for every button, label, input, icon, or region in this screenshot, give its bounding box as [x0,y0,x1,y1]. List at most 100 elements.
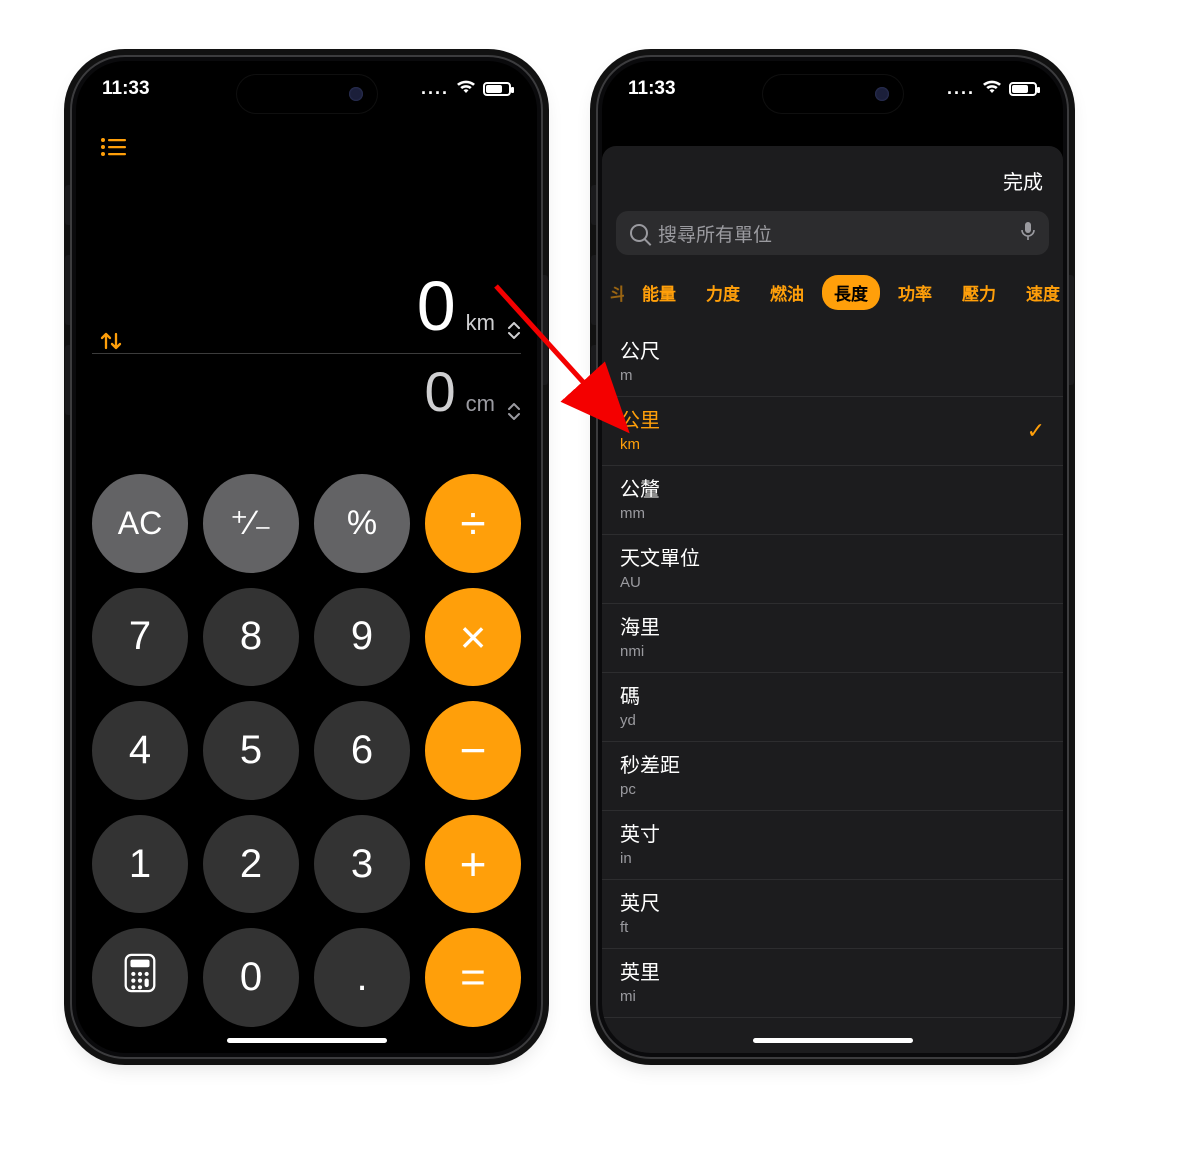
keypad: AC ⁺∕₋ % ÷ 7 8 9 × 4 5 6 − 1 2 3 + [92,474,521,1027]
equals-button[interactable]: = [425,928,521,1027]
unit-row-nmi[interactable]: 海里 nmi [602,604,1063,673]
zero-button[interactable]: 0 [203,928,299,1027]
tab-3[interactable]: 長度 [822,275,880,310]
power-button [1069,275,1074,385]
unit-abbr: yd [620,712,640,729]
multiply-button[interactable]: × [425,588,521,687]
divider [92,353,521,354]
home-indicator[interactable] [753,1038,913,1043]
power-button [543,275,548,385]
side-button [591,185,596,225]
unit-picker-chevron-icon [507,322,521,339]
list-icon [100,137,126,157]
percent-button[interactable]: % [314,474,410,573]
unit-abbr: nmi [620,643,660,660]
five-button[interactable]: 5 [203,701,299,800]
unit-name: 公尺 [620,340,660,365]
plus-button[interactable]: + [425,815,521,914]
unit-row-mi[interactable]: 英里 mi [602,949,1063,1018]
unit-abbr: AU [620,574,700,591]
search-field[interactable]: 搜尋所有單位 [616,211,1049,255]
tab-2[interactable]: 燃油 [758,275,816,310]
unit-name: 公里 [620,409,660,434]
mic-icon[interactable] [1021,221,1035,246]
done-button[interactable]: 完成 [1003,166,1043,195]
unit-name: 天文單位 [620,547,700,572]
wifi-icon [456,78,476,100]
one-button[interactable]: 1 [92,815,188,914]
cellular-icon: .... [947,78,975,99]
cellular-icon: .... [421,78,449,99]
decimal-button[interactable]: . [314,928,410,1027]
tab-1[interactable]: 力度 [694,275,752,310]
unit-row-AU[interactable]: 天文單位 AU [602,535,1063,604]
minus-button[interactable]: − [425,701,521,800]
unit-row-km[interactable]: 公里km✓ [602,397,1063,466]
volume-down-button [591,345,596,415]
status-time: 11:33 [628,78,676,100]
unit-abbr: pc [620,781,680,798]
calculator-icon [123,953,157,1003]
unit-name: 英寸 [620,823,660,848]
phone-left: 11:33 .... [70,55,543,1059]
primary-unit: km [466,310,495,336]
phone-right: 11:33 .... 完成 搜尋所有單位 [596,55,1069,1059]
secondary-row[interactable]: 0 cm [92,364,521,442]
unit-name: 英尺 [620,892,660,917]
unit-abbr: in [620,850,660,867]
primary-value: 0 [417,271,456,341]
secondary-value: 0 [425,364,456,420]
battery-icon [483,82,511,96]
divide-button[interactable]: ÷ [425,474,521,573]
unit-row-mm[interactable]: 公釐mm [602,466,1063,535]
unit-abbr: mi [620,988,660,1005]
calculator-mode-button[interactable] [92,928,188,1027]
eight-button[interactable]: 8 [203,588,299,687]
unit-abbr: mm [620,505,660,522]
unit-row-pc[interactable]: 秒差距 pc [602,742,1063,811]
history-button[interactable] [100,133,126,164]
conversion-display: 0 km 0 cm [92,271,521,442]
unit-list[interactable]: 公尺m公里km✓公釐mm天文單位AU海里nmi碼yd秒差距pc英寸in英尺ft英… [602,328,1063,1053]
tab-left-edge[interactable]: 斗 [610,280,624,305]
tab-6[interactable]: 速度 [1014,275,1063,310]
unit-picker-chevron-icon [507,403,521,420]
secondary-unit: cm [466,391,495,417]
unit-row-ft[interactable]: 英尺 ft [602,880,1063,949]
two-button[interactable]: 2 [203,815,299,914]
unit-abbr: ft [620,919,660,936]
unit-name: 海里 [620,616,660,641]
unit-name: 英里 [620,961,660,986]
six-button[interactable]: 6 [314,701,410,800]
unit-abbr: km [620,436,660,453]
volume-down-button [65,345,70,415]
unit-name: 秒差距 [620,754,680,779]
home-indicator[interactable] [227,1038,387,1043]
status-bar: 11:33 .... [602,61,1063,116]
nine-button[interactable]: 9 [314,588,410,687]
side-button [65,185,70,225]
battery-icon [1009,82,1037,96]
wifi-icon [982,78,1002,100]
three-button[interactable]: 3 [314,815,410,914]
unit-picker-sheet: 完成 搜尋所有單位 斗 能量力度燃油長度功率壓力速度 週 公尺m公里km✓公釐m… [602,146,1063,1053]
search-icon [630,224,648,242]
tab-5[interactable]: 壓力 [950,275,1008,310]
search-placeholder: 搜尋所有單位 [658,220,772,247]
four-button[interactable]: 4 [92,701,188,800]
tab-0[interactable]: 能量 [630,275,688,310]
status-time: 11:33 [102,78,150,100]
volume-up-button [591,255,596,325]
sign-button[interactable]: ⁺∕₋ [203,474,299,573]
ac-button[interactable]: AC [92,474,188,573]
unit-row-m[interactable]: 公尺m [602,328,1063,397]
seven-button[interactable]: 7 [92,588,188,687]
volume-up-button [65,255,70,325]
status-bar: 11:33 .... [76,61,537,116]
unit-name: 碼 [620,685,640,710]
tab-4[interactable]: 功率 [886,275,944,310]
unit-row-in[interactable]: 英寸 in [602,811,1063,880]
category-tabs[interactable]: 斗 能量力度燃油長度功率壓力速度 週 [602,272,1063,312]
primary-row[interactable]: 0 km [92,271,521,349]
unit-row-yd[interactable]: 碼 yd [602,673,1063,742]
